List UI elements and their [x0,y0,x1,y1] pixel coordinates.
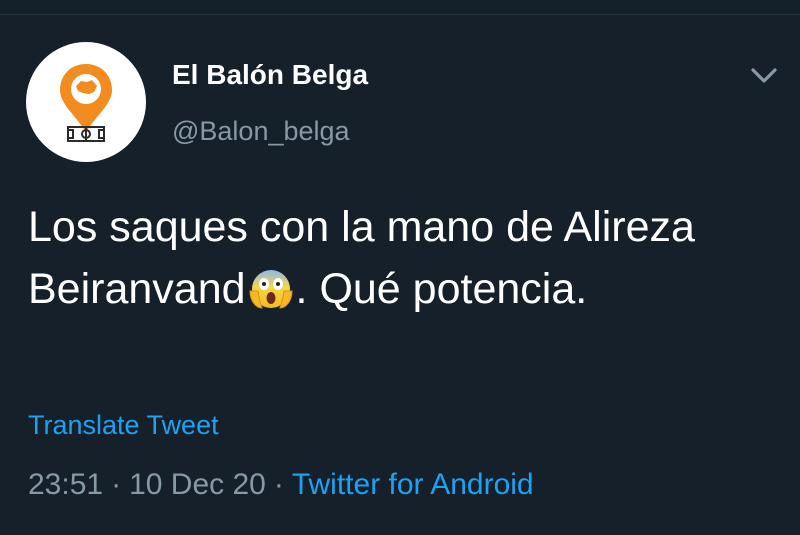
meta-separator: · [273,468,284,501]
chevron-down-icon [751,68,777,83]
face-screaming-in-fear-icon [247,263,295,328]
meta-separator: · [111,468,122,501]
tweet-date[interactable]: 10 Dec 20 [129,468,266,501]
tweet-meta: 23:51 · 10 Dec 20 · Twitter for Android [28,466,534,504]
tweet-source-link[interactable]: Twitter for Android [292,468,534,501]
avatar[interactable] [26,42,146,162]
user-handle[interactable]: @Balon_belga [172,114,350,148]
tweet-text-part-2: . Qué potencia. [295,265,588,313]
translate-tweet-link[interactable]: Translate Tweet [28,408,219,442]
top-divider [0,14,800,15]
tweet-text: Los saques con la mano de Alireza Beiran… [28,196,768,328]
tweet-menu-button[interactable] [746,60,782,90]
tweet-time[interactable]: 23:51 [28,468,103,501]
display-name[interactable]: El Balón Belga [172,58,368,92]
balon-belga-logo-icon [60,64,112,142]
